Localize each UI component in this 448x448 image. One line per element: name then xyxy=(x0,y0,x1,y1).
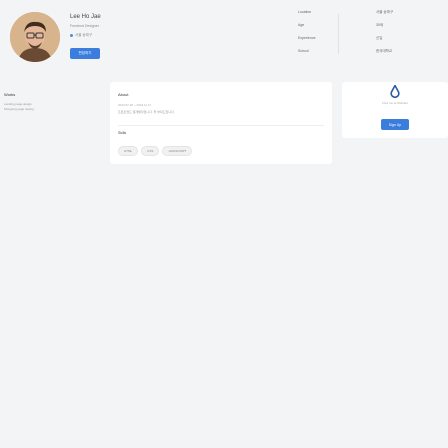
avatar-image xyxy=(10,12,60,62)
info-label-age: Age xyxy=(298,23,305,27)
info-divider xyxy=(338,14,339,54)
info-value-location: 서울 송파구 xyxy=(376,10,394,14)
avatar xyxy=(10,12,60,62)
about-description: 프론트엔드 웹개발자입니다. 잘 부탁드립니다. xyxy=(118,110,175,114)
about-divider xyxy=(118,125,324,126)
info-labels: Location Age Experience School xyxy=(298,10,316,62)
skill-tag-css: CSS xyxy=(141,146,160,156)
about-card: About 2023.07.28 ~ 2023.11.17 프론트엔드 웹개발자… xyxy=(110,82,332,164)
profile-location: 서울 송파구 xyxy=(70,33,92,38)
skill-tag-html: HTML xyxy=(118,146,139,156)
profile-role: Frontend Designer xyxy=(70,24,99,28)
skill-tag-javascript: JAVASCRIPT xyxy=(162,146,193,156)
profile-location-text: 서울 송파구 xyxy=(75,33,93,37)
edit-profile-button[interactable]: 편집하기 xyxy=(70,48,100,59)
info-value-experience: 신입 xyxy=(376,36,383,40)
about-title: About xyxy=(118,92,129,97)
info-values: 서울 송파구 30세 신입 한국대학교 xyxy=(376,10,393,62)
info-value-age: 30세 xyxy=(376,23,384,27)
info-label-location: Location xyxy=(298,10,312,14)
profile-name: Lee Ho Jae xyxy=(70,14,101,20)
works-item[interactable]: Shopping page desing xyxy=(4,107,34,112)
brand-icon xyxy=(390,85,400,99)
signup-text: Find me at Wishket xyxy=(382,101,408,105)
signup-button[interactable]: Sign Up xyxy=(381,119,409,130)
signup-card: Find me at Wishket Sign Up xyxy=(342,82,448,138)
info-value-school: 한국대학교 xyxy=(376,49,393,53)
info-label-experience: Experience xyxy=(298,36,316,40)
skills-list: HTML CSS JAVASCRIPT xyxy=(118,146,193,156)
profile-header: Lee Ho Jae Frontend Designer 서울 송파구 편집하기… xyxy=(0,0,448,76)
location-icon xyxy=(70,34,73,37)
works-title: Works xyxy=(4,92,16,97)
about-date: 2023.07.28 ~ 2023.11.17 xyxy=(118,103,152,107)
works-list: Landing page design Shopping page desing xyxy=(4,102,34,112)
skills-title: Skills xyxy=(118,131,127,135)
info-label-school: School xyxy=(298,49,309,53)
